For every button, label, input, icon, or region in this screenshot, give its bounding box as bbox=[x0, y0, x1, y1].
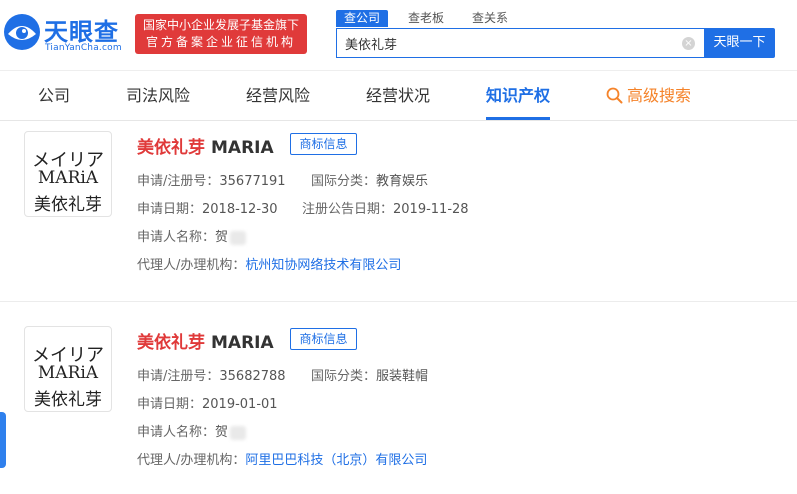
trademark-info-badge[interactable]: 商标信息 bbox=[290, 133, 357, 155]
agent-label: 代理人/办理机构： bbox=[137, 453, 246, 468]
search-input[interactable] bbox=[345, 29, 675, 57]
registration-number-label: 申请/注册号： bbox=[137, 369, 220, 384]
trademark-image[interactable]: メイリア MARiA 美依礼芽 bbox=[24, 326, 112, 412]
card-divider bbox=[0, 301, 797, 302]
apply-date-label: 申请日期： bbox=[137, 202, 203, 217]
agent-label: 代理人/办理机构： bbox=[137, 258, 246, 273]
tab-search-boss[interactable]: 查老板 bbox=[400, 10, 452, 27]
registration-number-row: 申请/注册号：35677191 bbox=[137, 173, 286, 191]
apply-date-label: 申请日期： bbox=[137, 397, 203, 412]
eye-logo-icon bbox=[4, 14, 40, 50]
trademark-image-latin: MARiA bbox=[37, 363, 99, 383]
site-logo[interactable]: 天眼查 TianYanCha.com bbox=[2, 10, 130, 56]
applicant-value: 贺 bbox=[215, 230, 229, 245]
international-class-label: 国际分类： bbox=[311, 174, 377, 189]
trademark-name-en: MARIA bbox=[211, 333, 274, 353]
apply-date-value: 2018-12-30 bbox=[202, 202, 278, 217]
trademark-info-badge[interactable]: 商标信息 bbox=[290, 328, 357, 350]
nav-divider bbox=[0, 120, 797, 121]
certification-line-2: 官方备案企业征信机构 bbox=[145, 35, 296, 49]
apply-date-row: 申请日期：2018-12-30 bbox=[137, 201, 278, 219]
agent-link[interactable]: 阿里巴巴科技（北京）有限公司 bbox=[245, 453, 427, 468]
applicant-label: 申请人名称： bbox=[137, 230, 216, 245]
nav-company[interactable]: 公司 bbox=[38, 71, 70, 121]
applicant-row: 申请人名称：贺 bbox=[137, 229, 247, 247]
search-button[interactable]: 天眼一下 bbox=[704, 28, 775, 58]
nav-operation-status[interactable]: 经营状况 bbox=[366, 71, 430, 121]
nav-intellectual-property[interactable]: 知识产权 bbox=[486, 71, 550, 121]
search-type-tabs: 查公司 查老板 查关系 bbox=[336, 10, 528, 27]
notice-date-value: 2019-11-28 bbox=[393, 202, 469, 217]
logo-domain: TianYanCha.com bbox=[45, 43, 122, 53]
notice-date-row: 注册公告日期：2019-11-28 bbox=[302, 201, 469, 219]
clear-icon[interactable]: × bbox=[682, 37, 695, 50]
agent-link[interactable]: 杭州知协网络技术有限公司 bbox=[245, 258, 401, 273]
registration-number-value: 35677191 bbox=[219, 174, 286, 189]
site-header: 天眼查 TianYanCha.com 国家中小企业发展子基金旗下 官方备案企业征… bbox=[0, 0, 797, 70]
search-icon bbox=[606, 87, 623, 103]
trademark-title[interactable]: 美依礼芽 MARIA bbox=[137, 328, 274, 353]
logo-text: 天眼查 bbox=[44, 18, 119, 46]
registration-number-value: 35682788 bbox=[219, 369, 286, 384]
search-box: × bbox=[336, 28, 704, 58]
international-class-value: 教育娱乐 bbox=[376, 174, 429, 189]
international-class-value: 服装鞋帽 bbox=[376, 369, 429, 384]
trademark-name-cn: 美依礼芽 bbox=[137, 138, 205, 158]
nav-operation-risk[interactable]: 经营风险 bbox=[246, 71, 310, 121]
side-float-tab[interactable] bbox=[0, 412, 6, 468]
registration-number-row: 申请/注册号：35682788 bbox=[137, 368, 286, 386]
trademark-title[interactable]: 美依礼芽 MARIA bbox=[137, 133, 274, 158]
notice-date-label: 注册公告日期： bbox=[302, 202, 394, 217]
advanced-search-label: 高级搜索 bbox=[627, 86, 692, 105]
category-nav: 公司 司法风险 经营风险 经营状况 知识产权 高级搜索 bbox=[0, 71, 797, 121]
applicant-value: 贺 bbox=[215, 425, 229, 440]
international-class-row: 国际分类：服装鞋帽 bbox=[311, 368, 428, 386]
nav-advanced-search[interactable]: 高级搜索 bbox=[606, 71, 691, 121]
redacted-text bbox=[230, 230, 247, 245]
registration-number-label: 申请/注册号： bbox=[137, 174, 220, 189]
agent-row: 代理人/办理机构：杭州知协网络技术有限公司 bbox=[137, 257, 401, 275]
trademark-name-en: MARIA bbox=[211, 138, 274, 158]
apply-date-row: 申请日期：2019-01-01 bbox=[137, 396, 278, 414]
agent-row: 代理人/办理机构：阿里巴巴科技（北京）有限公司 bbox=[137, 452, 427, 470]
trademark-image[interactable]: メイリア MARiA 美依礼芽 bbox=[24, 131, 112, 217]
applicant-label: 申请人名称： bbox=[137, 425, 216, 440]
apply-date-value: 2019-01-01 bbox=[202, 397, 278, 412]
trademark-image-chinese: 美依礼芽 bbox=[34, 390, 102, 410]
nav-judicial-risk[interactable]: 司法风险 bbox=[126, 71, 190, 121]
tab-search-relation[interactable]: 查关系 bbox=[464, 10, 516, 27]
certification-badge: 国家中小企业发展子基金旗下 官方备案企业征信机构 bbox=[135, 14, 307, 54]
applicant-row: 申请人名称：贺 bbox=[137, 424, 247, 442]
trademark-name-cn: 美依礼芽 bbox=[137, 333, 205, 353]
trademark-image-latin: MARiA bbox=[37, 168, 99, 188]
trademark-image-chinese: 美依礼芽 bbox=[34, 195, 102, 215]
redacted-text bbox=[230, 425, 247, 440]
certification-line-1: 国家中小企业发展子基金旗下 bbox=[142, 18, 299, 32]
tab-search-company[interactable]: 查公司 bbox=[336, 10, 389, 27]
international-class-row: 国际分类：教育娱乐 bbox=[311, 173, 428, 191]
international-class-label: 国际分类： bbox=[311, 369, 377, 384]
